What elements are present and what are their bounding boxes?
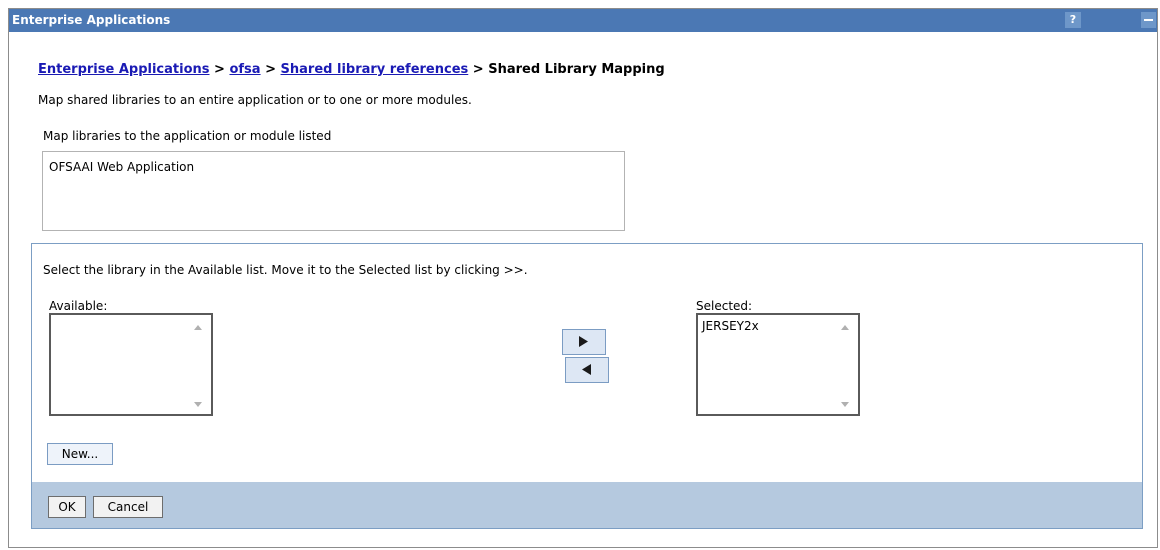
button-bar: OK Cancel bbox=[32, 482, 1142, 528]
available-label: Available: bbox=[49, 299, 108, 313]
breadcrumb-separator: > bbox=[214, 62, 225, 77]
scroll-up-icon[interactable] bbox=[194, 325, 202, 330]
breadcrumb-link-enterprise-applications[interactable]: Enterprise Applications bbox=[38, 62, 210, 77]
module-list-label: Map libraries to the application or modu… bbox=[43, 129, 332, 143]
selection-instruction: Select the library in the Available list… bbox=[43, 263, 528, 277]
add-to-selected-button[interactable] bbox=[562, 329, 606, 355]
selected-listbox[interactable]: JERSEY2x bbox=[696, 313, 860, 416]
breadcrumb-separator: > bbox=[472, 62, 484, 77]
available-scrollbar[interactable] bbox=[191, 319, 205, 411]
arrow-right-icon bbox=[579, 336, 588, 347]
enterprise-applications-panel: Enterprise Applications ? Enterprise App… bbox=[8, 8, 1158, 548]
scroll-down-icon[interactable] bbox=[841, 402, 849, 407]
arrow-left-icon bbox=[582, 364, 591, 375]
help-icon[interactable]: ? bbox=[1065, 12, 1081, 28]
panel-titlebar: Enterprise Applications ? bbox=[9, 9, 1157, 32]
selected-label: Selected: bbox=[696, 299, 753, 313]
breadcrumb-link-ofsa[interactable]: ofsa bbox=[229, 62, 260, 77]
cancel-button[interactable]: Cancel bbox=[93, 496, 163, 518]
breadcrumb: Enterprise Applications > ofsa > Shared … bbox=[38, 62, 665, 77]
ok-button[interactable]: OK bbox=[48, 496, 86, 518]
panel-title: Enterprise Applications bbox=[12, 13, 171, 27]
selected-scrollbar[interactable] bbox=[838, 319, 852, 411]
breadcrumb-link-shared-library-references[interactable]: Shared library references bbox=[281, 62, 469, 77]
minimize-icon[interactable] bbox=[1141, 12, 1156, 28]
scroll-down-icon[interactable] bbox=[194, 402, 202, 407]
scroll-up-icon[interactable] bbox=[841, 325, 849, 330]
breadcrumb-separator: > bbox=[265, 62, 277, 77]
new-library-button[interactable]: New... bbox=[47, 443, 113, 465]
module-list-box: OFSAAI Web Application bbox=[42, 151, 625, 231]
available-listbox[interactable] bbox=[49, 313, 213, 416]
module-item: OFSAAI Web Application bbox=[49, 160, 195, 174]
breadcrumb-current: Shared Library Mapping bbox=[488, 62, 665, 77]
page-description: Map shared libraries to an entire applic… bbox=[38, 93, 472, 107]
library-selection-frame: Select the library in the Available list… bbox=[31, 243, 1143, 529]
remove-from-selected-button[interactable] bbox=[565, 357, 609, 383]
selected-list-item[interactable]: JERSEY2x bbox=[702, 319, 759, 333]
